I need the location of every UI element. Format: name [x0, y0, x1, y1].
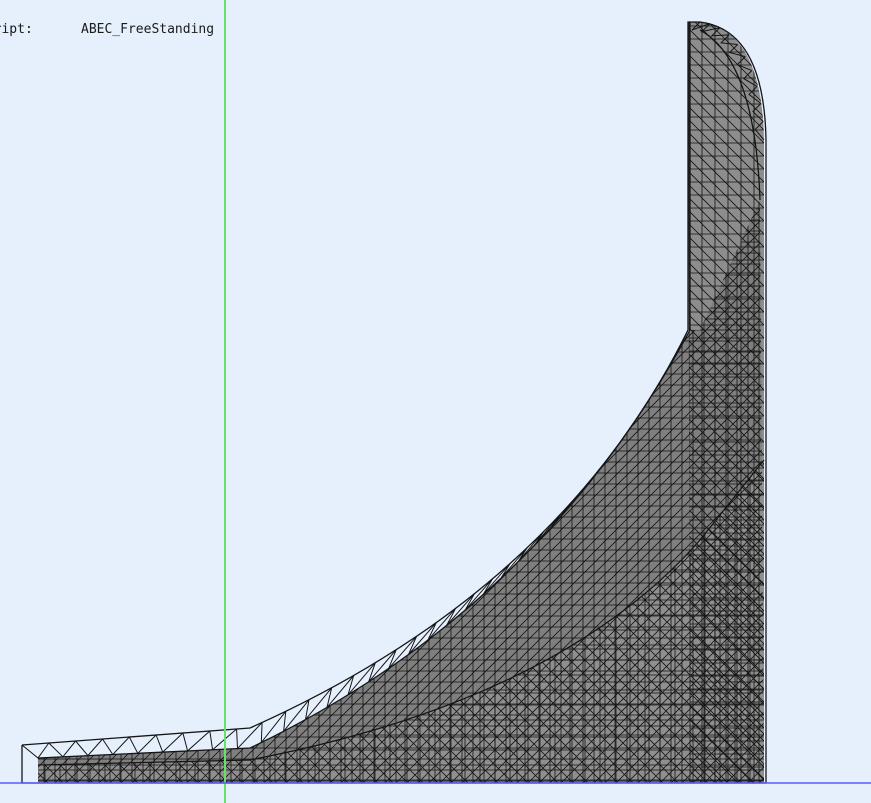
info-value: ABEC_FreeStanding [81, 22, 215, 37]
mesh-scene[interactable] [0, 0, 871, 803]
info-label: Script: [0, 22, 33, 37]
3d-viewport[interactable]: Script: ABEC_FreeStanding [0, 0, 871, 803]
